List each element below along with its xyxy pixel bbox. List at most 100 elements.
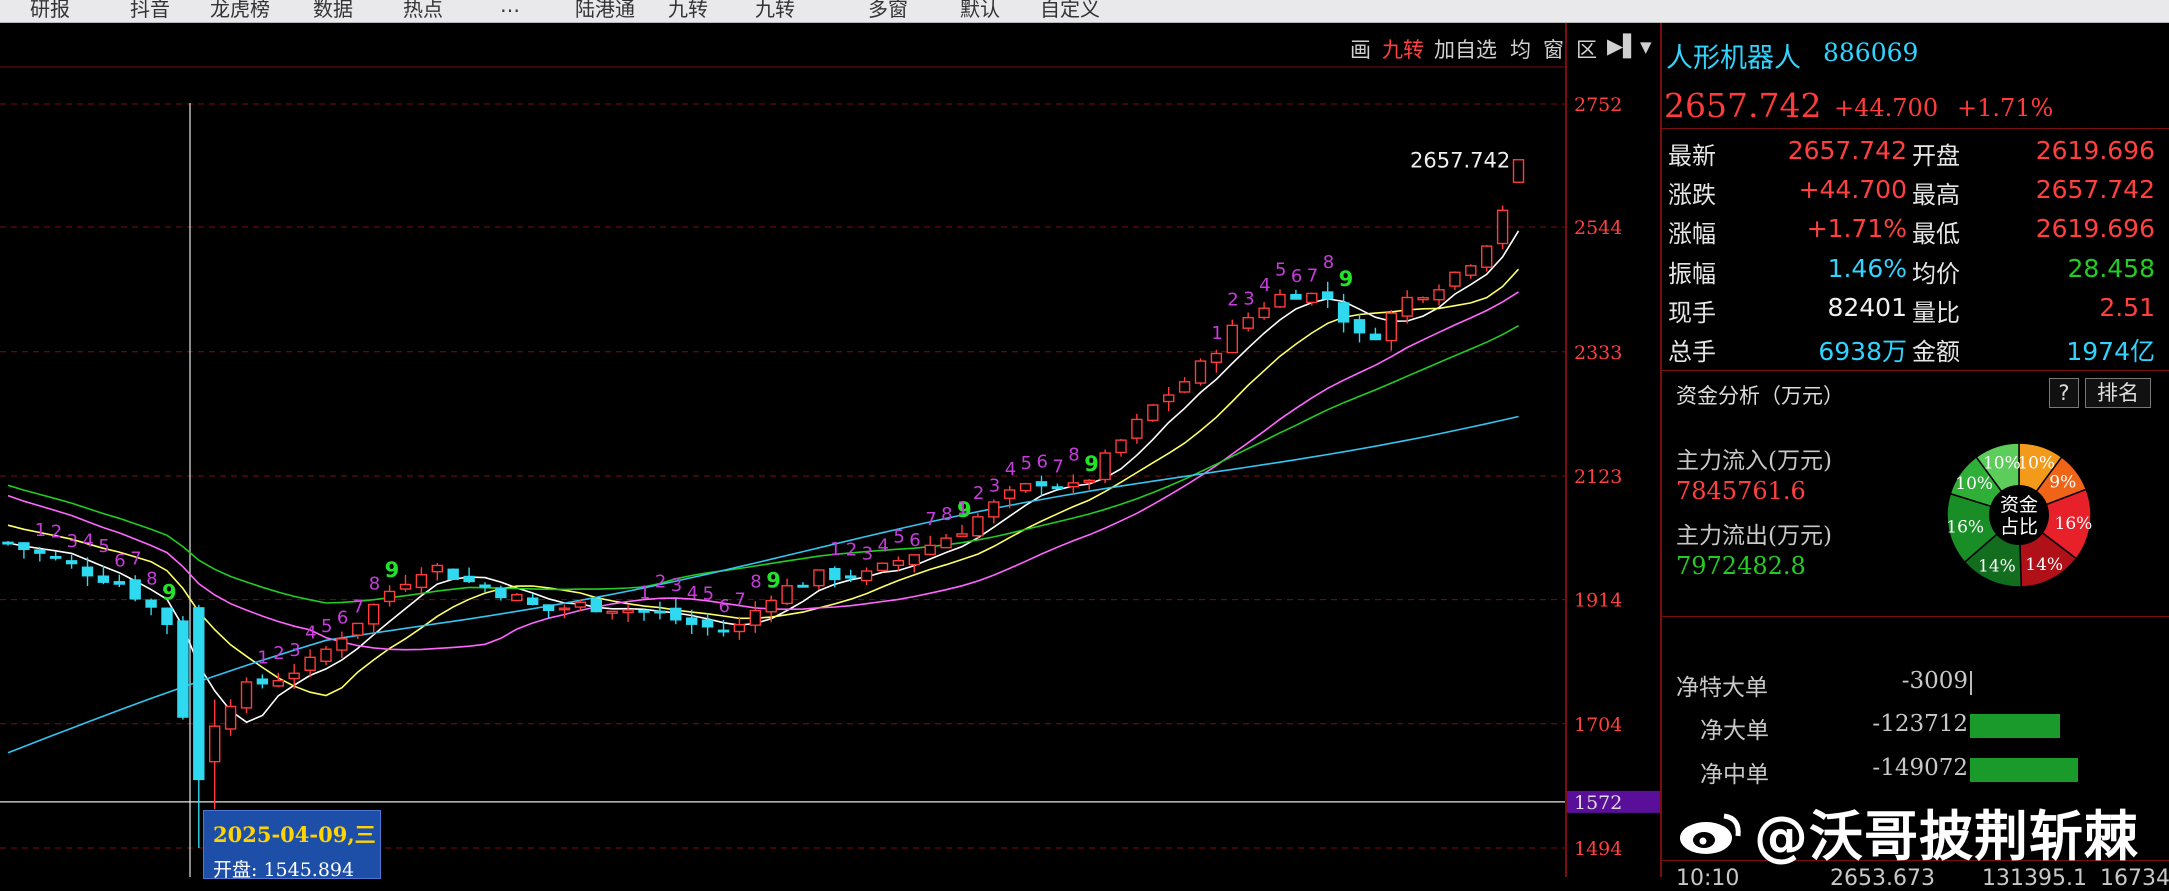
outflow-label: 主力流出(万元) <box>1676 523 1832 549</box>
ma20-line <box>7 291 1519 651</box>
candle-down <box>145 599 157 608</box>
candle-up <box>1178 381 1191 393</box>
candle-down <box>495 587 507 599</box>
candle-up <box>399 583 412 590</box>
candle-up <box>1401 296 1413 317</box>
tab-more[interactable]: … <box>500 0 520 17</box>
price-axis-label: 2752 <box>1574 94 1622 116</box>
candle-down <box>65 560 78 565</box>
quote-value: 1974亿 <box>2066 337 2155 366</box>
window-toggle[interactable]: 窗 <box>1543 34 1564 64</box>
nine-turn-count: 7 <box>925 509 936 530</box>
nine-turn-count: 6 <box>1291 266 1302 287</box>
candle-down <box>638 609 650 613</box>
nine-turn-count: 2 <box>1227 290 1238 311</box>
tab-hot[interactable]: 热点 <box>403 0 443 22</box>
rank-button[interactable]: 排名 <box>2085 378 2151 408</box>
tab-nine-turn-b[interactable]: 九转 <box>755 0 795 22</box>
price-axis-label: 1704 <box>1574 714 1622 736</box>
nine-turn-count: 7 <box>1307 266 1318 287</box>
candle-up <box>1385 312 1398 342</box>
ma60-line <box>7 415 1519 754</box>
nine-turn-count: 9 <box>766 569 781 593</box>
candle-up <box>988 501 1000 518</box>
candle-down <box>81 566 94 577</box>
net-flow-label: 净大单 <box>1700 718 1769 744</box>
candle-up <box>606 610 618 614</box>
candle-up <box>272 680 284 687</box>
candle-up <box>765 599 777 613</box>
kline-chart[interactable]: 275225442333212319141704157214941 2 3 4 56 78… <box>0 23 1660 877</box>
tab-nine-turn-a[interactable]: 九转 <box>668 0 708 22</box>
tab-douyin[interactable]: 抖音 <box>130 0 170 22</box>
outflow-value: 7972482.8 <box>1676 552 1806 580</box>
weibo-logo-icon <box>1680 813 1741 854</box>
candle-up <box>368 603 380 625</box>
price-change-pct: +1.71% <box>1957 94 2054 122</box>
inflow-value: 7845761.6 <box>1676 477 1806 505</box>
candle-down <box>797 584 809 588</box>
nine-turn-count: 5 <box>98 536 109 557</box>
range-toggle[interactable]: 区 <box>1576 34 1597 64</box>
tab-default[interactable]: 默认 <box>960 0 1000 22</box>
nine-turn-toggle[interactable]: 九转 <box>1382 34 1424 64</box>
candle-up <box>574 601 587 608</box>
tab-hk-connect[interactable]: 陆港通 <box>575 0 635 22</box>
nine-turn-count: 3 <box>67 531 78 552</box>
tab-research[interactable]: 研报 <box>30 0 70 22</box>
help-button[interactable]: ? <box>2049 378 2079 408</box>
candle-down <box>717 629 730 633</box>
candle-up <box>956 533 968 537</box>
net-flow-bar <box>1970 758 2078 782</box>
candle-up <box>622 609 634 614</box>
nine-turn-count: 9 <box>1339 267 1354 291</box>
ma-toggle[interactable]: 均 <box>1510 34 1531 64</box>
chart-axis-divider <box>1565 23 1567 877</box>
add-watchlist-button[interactable]: 加自选 <box>1434 34 1497 64</box>
dropdown-icon[interactable]: ▼ <box>1640 38 1652 56</box>
tab-multi-window[interactable]: 多窗 <box>868 0 908 22</box>
candle-down <box>1321 291 1334 300</box>
candle-up <box>240 681 253 709</box>
candle-down <box>463 575 475 583</box>
pie-center-label: 占比 <box>2000 516 2038 538</box>
tooltip-open: 开盘: 1545.894 <box>213 859 355 881</box>
quote-value: 6938万 <box>1818 337 1907 366</box>
price-axis-label: 1914 <box>1574 590 1622 612</box>
quote-value: +44.700 <box>1798 175 1907 205</box>
tab-data[interactable]: 数据 <box>313 0 353 22</box>
candle-up <box>940 537 952 549</box>
net-flow-value: -3009 <box>1901 668 1968 694</box>
nine-turn-count: 6 <box>114 551 125 572</box>
nine-turn-count: 3 <box>1243 289 1254 310</box>
nine-turn-count: 1 <box>639 582 650 603</box>
candle-down <box>527 597 539 605</box>
panel-rule <box>1662 616 2169 617</box>
candle-down <box>1337 302 1350 323</box>
nine-turn-count: 3 <box>989 476 1000 497</box>
candle-up <box>892 560 905 567</box>
stock-name: 人形机器人 <box>1666 43 1801 74</box>
nine-turn-count: 5 <box>893 526 904 547</box>
candle-up <box>908 554 920 566</box>
candle-up <box>1067 482 1080 488</box>
nine-turn-count: 6 <box>719 596 730 617</box>
stock-code: 886069 <box>1823 38 1919 67</box>
draw-tool[interactable]: 画 <box>1350 34 1371 64</box>
tab-dragon-tiger[interactable]: 龙虎榜 <box>210 0 270 22</box>
candle-up <box>1274 293 1286 308</box>
candle-up <box>558 607 571 611</box>
candle-down <box>829 568 841 581</box>
nine-turn-count: 7 <box>1052 457 1063 478</box>
quote-value: 28.458 <box>2067 253 2155 283</box>
play-icon[interactable]: ▶▌ <box>1607 34 1639 58</box>
tab-custom[interactable]: 自定义 <box>1040 0 1100 22</box>
candle-up <box>1512 159 1525 183</box>
candle-down <box>161 607 173 625</box>
candle-up <box>511 594 523 602</box>
candle-up <box>1147 404 1159 422</box>
price-axis-label: 1494 <box>1574 838 1622 860</box>
net-flow-label: 净中单 <box>1700 762 1769 788</box>
candle-down <box>2 541 14 545</box>
candle-up <box>749 609 761 626</box>
